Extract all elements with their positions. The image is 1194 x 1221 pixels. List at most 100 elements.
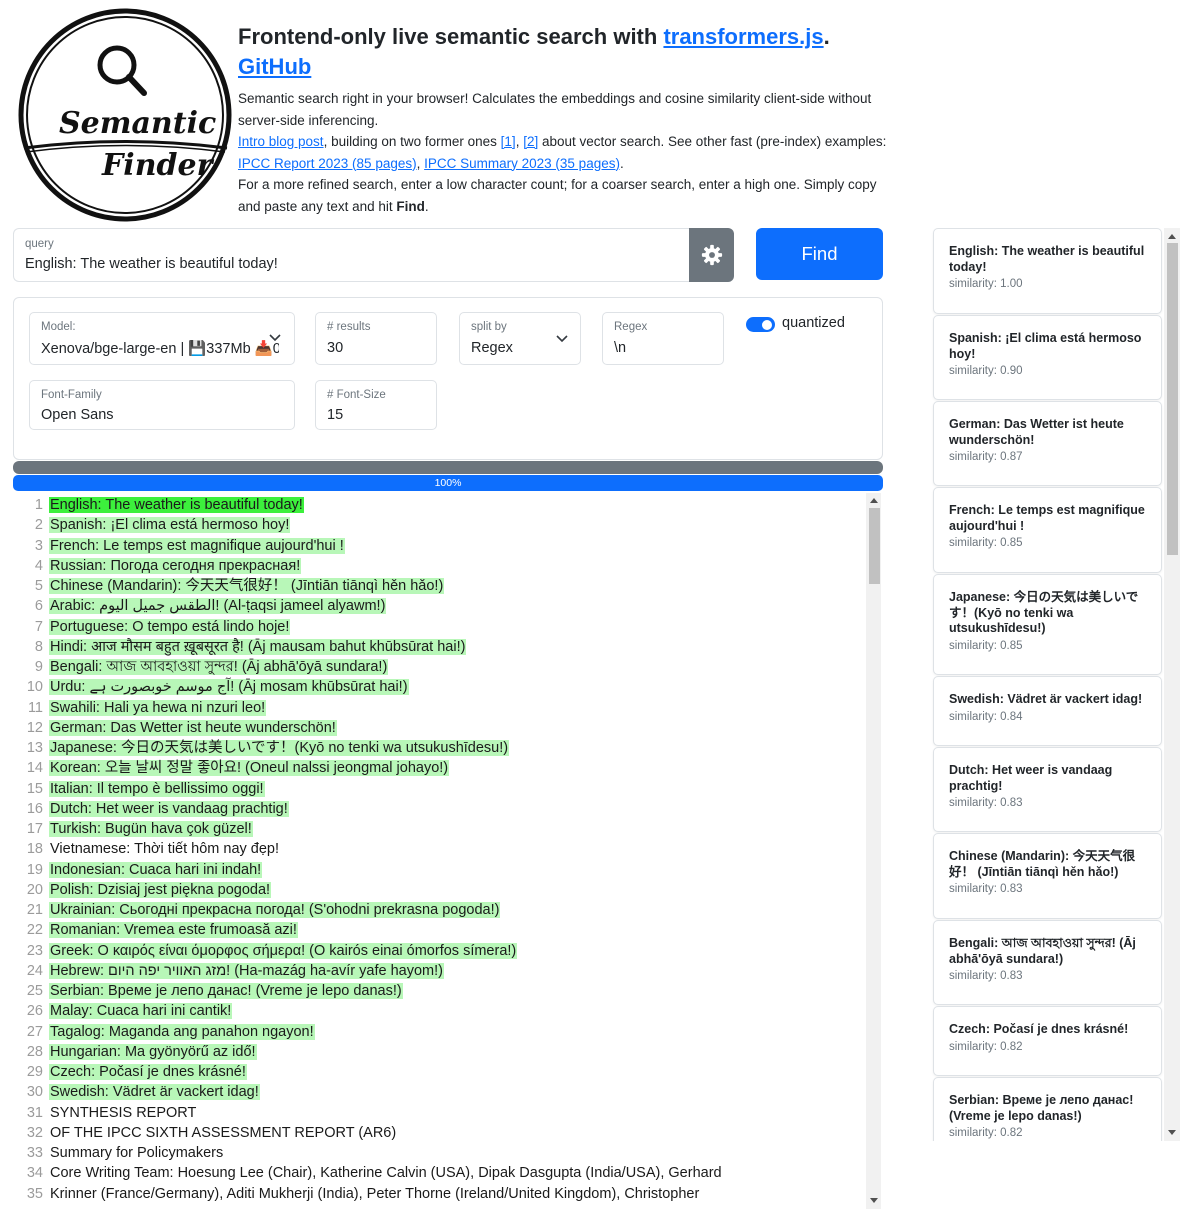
editor-line[interactable]: 25 Serbian: Време је лепо данас! (Vreme j… bbox=[13, 981, 403, 1001]
result-similarity: similarity: 0.83 bbox=[949, 970, 1023, 982]
editor-line[interactable]: 9 Bengali: আজ আবহাওয়া সুন্দর! (Āj abhā'ō… bbox=[13, 657, 389, 677]
model-select[interactable]: Model: Xenova/bge-large-en | 💾337Mb 📥0 bbox=[29, 312, 295, 365]
line-number: 18 bbox=[26, 841, 43, 858]
line-number: 2 bbox=[34, 517, 43, 534]
editor-line[interactable]: 30 Swedish: Vädret är vackert idag! bbox=[13, 1082, 260, 1102]
editor-line[interactable]: 35 Krinner (France/Germany), Aditi Mukher… bbox=[13, 1184, 700, 1204]
font-family-input[interactable]: Font-Family Open Sans bbox=[29, 380, 295, 430]
result-card[interactable]: Serbian: Време је лепо данас! (Vreme je … bbox=[933, 1077, 1162, 1141]
result-text: Dutch: Het weer is vandaag prachtig! bbox=[949, 763, 1113, 793]
result-card[interactable]: French: Le temps est magnifique aujourd'… bbox=[933, 487, 1162, 573]
editor-line[interactable]: 8 Hindi: आज मौसम बहुत ख़ूबसूरत है! (Āj ma… bbox=[13, 637, 467, 657]
editor-line[interactable]: 6 Arabic: الطقس جميل اليوم! (Al-ṭaqsi jam… bbox=[13, 596, 387, 616]
editor-line[interactable]: 16 Dutch: Het weer is vandaag prachtig! bbox=[13, 799, 289, 819]
result-text: Bengali: আজ আবহাওয়া সুন্দর! (Āj abhā'ōy… bbox=[949, 936, 1136, 966]
transformers-js-link[interactable]: transformers.js bbox=[663, 24, 823, 49]
text-editor[interactable]: 1 English: The weather is beautiful today… bbox=[13, 493, 883, 1209]
result-card[interactable]: English: The weather is beautiful today!… bbox=[933, 228, 1162, 314]
quantized-toggle[interactable] bbox=[746, 317, 775, 332]
line-text: Vietnamese: Thời tiết hôm nay đẹp! bbox=[50, 841, 280, 858]
result-card[interactable]: Chinese (Mandarin): 今天天气很好！ (Jīntiān tiā… bbox=[933, 833, 1162, 919]
editor-line[interactable]: 3 French: Le temps est magnifique aujourd… bbox=[13, 536, 345, 556]
editor-line[interactable]: 32 OF THE IPCC SIXTH ASSESSMENT REPORT (A… bbox=[13, 1123, 397, 1143]
editor-scrollbar[interactable] bbox=[866, 493, 881, 1209]
ipcc-summary-link[interactable]: IPCC Summary 2023 (35 pages) bbox=[424, 156, 620, 171]
result-card[interactable]: Japanese: 今日の天気は美しいです！(Kyō no tenki wa u… bbox=[933, 574, 1162, 675]
line-text: Chinese (Mandarin): 今天天气很好！ (Jīntiān tiā… bbox=[49, 578, 445, 594]
result-card[interactable]: Dutch: Het weer is vandaag prachtig! simi… bbox=[933, 747, 1162, 832]
editor-line[interactable]: 11 Swahili: Hali ya hewa ni nzuri leo! bbox=[13, 698, 267, 718]
editor-line[interactable]: 14 Korean: 오늘 날씨 정말 좋아요! (Oneul nalssi je… bbox=[13, 758, 450, 778]
line-text: Krinner (France/Germany), Aditi Mukherji… bbox=[50, 1185, 700, 1202]
editor-line[interactable]: 33 Summary for Policymakers bbox=[13, 1143, 224, 1163]
results-scrollbar[interactable] bbox=[1164, 228, 1180, 1141]
font-family-label: Font-Family bbox=[41, 389, 102, 401]
editor-line[interactable]: 15 Italian: Il tempo è bellissimo oggi! bbox=[13, 779, 265, 799]
line-number: 17 bbox=[26, 821, 43, 837]
editor-line[interactable]: 19 Indonesian: Cuaca hari ini indah! bbox=[13, 860, 263, 880]
editor-line[interactable]: 22 Romanian: Vremea este frumoasă azi! bbox=[13, 920, 298, 940]
scroll-up-arrow[interactable] bbox=[1168, 234, 1176, 239]
scroll-down-arrow[interactable] bbox=[1168, 1130, 1176, 1135]
editor-scroll-thumb[interactable] bbox=[869, 508, 880, 584]
result-card[interactable]: Czech: Počasí je dnes krásné! similarity:… bbox=[933, 1006, 1162, 1076]
editor-line[interactable]: 17 Turkish: Bugün hava çok güzel! bbox=[13, 819, 253, 839]
result-card[interactable]: Bengali: আজ আবহাওয়া সুন্দর! (Āj abhā'ōy… bbox=[933, 920, 1162, 1005]
editor-line[interactable]: 2 Spanish: ¡El clima está hermoso hoy! bbox=[13, 515, 291, 535]
query-field[interactable]: query bbox=[13, 228, 690, 282]
editor-line[interactable]: 20 Polish: Dzisiaj jest piękna pogoda! bbox=[13, 880, 272, 900]
editor-line[interactable]: 21 Ukrainian: Сьогодні прекрасна погода! … bbox=[13, 900, 501, 920]
scroll-down-arrow[interactable] bbox=[869, 1198, 878, 1203]
result-text: Spanish: ¡El clima está hermoso hoy! bbox=[949, 331, 1142, 361]
ipcc-report-link[interactable]: IPCC Report 2023 (85 pages) bbox=[238, 156, 417, 171]
line-number: 12 bbox=[26, 719, 43, 736]
editor-line[interactable]: 7 Portuguese: O tempo está lindo hoje! bbox=[13, 617, 291, 637]
result-card[interactable]: Spanish: ¡El clima está hermoso hoy! simi… bbox=[933, 315, 1162, 400]
editor-line[interactable]: 10 Urdu: آج موسم خوبصورت ہے! (Āj mosam kh… bbox=[13, 677, 409, 697]
scroll-up-arrow[interactable] bbox=[869, 498, 878, 503]
result-similarity: similarity: 0.90 bbox=[949, 365, 1023, 377]
results-count-input[interactable]: # results 30 bbox=[315, 312, 437, 365]
editor-line[interactable]: 27 Tagalog: Maganda ang panahon ngayon! bbox=[13, 1022, 315, 1042]
find-button[interactable]: Find bbox=[756, 228, 883, 280]
editor-line[interactable]: 4 Russian: Погода сегодня прекрасная! bbox=[13, 556, 302, 576]
former-post-1-link[interactable]: [1] bbox=[501, 134, 516, 149]
editor-line[interactable]: 23 Greek: Ο καιρός είναι όμορφος σήμερα! … bbox=[13, 941, 518, 961]
links-paragraph: Intro blog post, building on two former … bbox=[238, 134, 887, 171]
line-number: 10 bbox=[26, 679, 43, 696]
font-size-input[interactable]: # Font-Size 15 bbox=[315, 380, 437, 430]
result-card[interactable]: German: Das Wetter ist heute wunderschön… bbox=[933, 401, 1162, 486]
editor-line[interactable]: 12 German: Das Wetter ist heute wundersch… bbox=[13, 718, 337, 738]
model-label: Model: bbox=[41, 321, 76, 333]
editor-line[interactable]: 18 Vietnamese: Thời tiết hôm nay đẹp! bbox=[13, 839, 280, 859]
regex-input[interactable]: Regex \n bbox=[602, 312, 724, 365]
settings-button[interactable] bbox=[689, 228, 734, 282]
editor-line[interactable]: 13 Japanese: 今日の天気は美しいです！(Kyō no tenki wa… bbox=[13, 738, 510, 758]
hint-paragraph: For a more refined search, enter a low c… bbox=[238, 177, 877, 214]
editor-line[interactable]: 1 English: The weather is beautiful today… bbox=[13, 495, 304, 515]
editor-line[interactable]: 31 SYNTHESIS REPORT bbox=[13, 1103, 197, 1123]
results-scroll-thumb[interactable] bbox=[1167, 243, 1178, 555]
intro-blog-post-link[interactable]: Intro blog post bbox=[238, 134, 324, 149]
line-number: 16 bbox=[26, 800, 43, 817]
former-post-2-link[interactable]: [2] bbox=[523, 134, 538, 149]
line-number: 15 bbox=[26, 780, 43, 797]
split-by-select[interactable]: split by Regex bbox=[459, 312, 581, 365]
editor-line[interactable]: 34 Core Writing Team: Hoesung Lee (Chair)… bbox=[13, 1163, 723, 1183]
editor-line[interactable]: 24 Hebrew: מזג האוויר יפה היום! (Ha-mazág… bbox=[13, 961, 444, 981]
results-value: 30 bbox=[327, 340, 344, 356]
github-link[interactable]: GitHub bbox=[238, 54, 311, 79]
editor-line[interactable]: 5 Chinese (Mandarin): 今天天气很好！ (Jīntiān ti… bbox=[13, 576, 445, 596]
page-title: Frontend-only live semantic search with … bbox=[238, 24, 830, 79]
query-input[interactable] bbox=[25, 256, 675, 272]
split-by-value: Regex bbox=[471, 340, 513, 356]
results-list: English: The weather is beautiful today!… bbox=[928, 228, 1180, 1141]
results-label: # results bbox=[327, 321, 371, 333]
line-number: 9 bbox=[34, 659, 43, 675]
editor-line[interactable]: 26 Malay: Cuaca hari ini cantik! bbox=[13, 1001, 233, 1021]
line-number: 33 bbox=[26, 1145, 43, 1161]
editor-line[interactable]: 29 Czech: Počasí je dnes krásné! bbox=[13, 1062, 247, 1082]
result-card[interactable]: Swedish: Vädret är vackert idag! similari… bbox=[933, 676, 1162, 746]
editor-line[interactable]: 28 Hungarian: Ma gyönyörű az idő! bbox=[13, 1042, 257, 1062]
line-number: 21 bbox=[26, 902, 43, 918]
